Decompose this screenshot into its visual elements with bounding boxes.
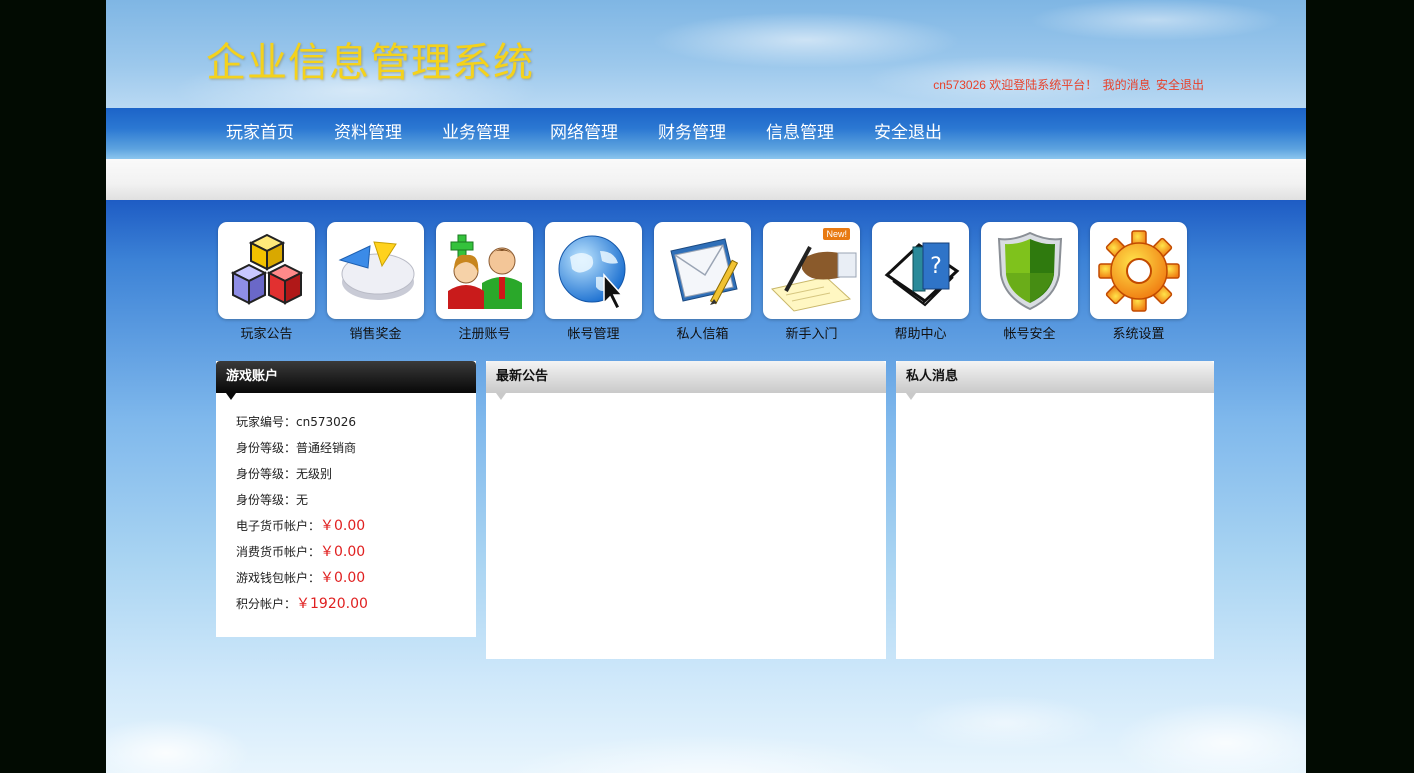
- header: 企业信息管理系统 cn573026 欢迎登陆系统平台！ 我的消息 安全退出: [106, 0, 1306, 108]
- user-bar: cn573026 欢迎登陆系统平台！ 我的消息 安全退出: [931, 76, 1204, 93]
- account-row-player-id: 玩家编号：cn573026: [236, 415, 357, 429]
- nav-item-network[interactable]: 网络管理: [550, 108, 618, 159]
- account-row-level: 身份等级：无级别: [236, 467, 333, 481]
- main-nav: 玩家首页 资料管理 业务管理 网络管理 财务管理 信息管理 安全退出: [106, 108, 1306, 159]
- account-row-level: 身份等级：普通经销商: [236, 441, 357, 455]
- shortcut-label: 玩家公告: [240, 327, 293, 342]
- add-user-icon: [447, 234, 522, 309]
- gear-icon: [1097, 229, 1180, 312]
- shortcut-label: 注册账号: [458, 327, 511, 342]
- writing-hand-icon: [770, 245, 856, 312]
- news-panel: 最新公告: [486, 361, 886, 659]
- account-info-list: 玩家编号：cn573026 身份等级：普通经销商 身份等级：无级别 身份等级：无…: [216, 393, 476, 621]
- pie-chart-icon: [338, 240, 414, 300]
- panel-title: 私人消息: [906, 369, 959, 384]
- logout-link[interactable]: 安全退出: [1156, 78, 1204, 92]
- my-messages-link[interactable]: 我的消息: [1103, 78, 1151, 92]
- messages-panel: 私人消息: [896, 361, 1214, 659]
- shortcut-label: 系统设置: [1112, 327, 1165, 342]
- envelope-icon: [669, 237, 738, 305]
- svg-text:?: ?: [930, 254, 942, 279]
- shortcut-sales-bonus[interactable]: 销售奖金: [327, 222, 424, 342]
- new-badge: New!: [823, 228, 850, 240]
- sub-bar: [106, 159, 1306, 200]
- shortcut-label: 私人信箱: [676, 327, 729, 342]
- welcome-text: cn573026 欢迎登陆系统平台！: [933, 78, 1098, 92]
- account-row-game-wallet: 游戏钱包帐户：￥0.00: [236, 570, 366, 586]
- shortcut-label: 帐号管理: [567, 327, 620, 342]
- news-panel-header: 最新公告: [486, 361, 886, 400]
- help-book-icon: ?: [884, 242, 959, 306]
- shortcut-private-mailbox[interactable]: 私人信箱: [654, 222, 751, 342]
- account-panel-header: 游戏账户: [216, 361, 476, 400]
- cubes-icon: [230, 233, 303, 305]
- nav-item-profile[interactable]: 资料管理: [334, 108, 402, 159]
- nav-item-home[interactable]: 玩家首页: [226, 108, 294, 159]
- nav-item-logout[interactable]: 安全退出: [874, 108, 942, 159]
- shortcut-register-account[interactable]: 注册账号: [436, 222, 533, 342]
- nav-item-business[interactable]: 业务管理: [442, 108, 510, 159]
- shortcut-label: 销售奖金: [349, 327, 402, 342]
- shortcut-account-security[interactable]: 帐号安全: [981, 222, 1078, 342]
- account-row-consumer-currency: 消费货币帐户：￥0.00: [236, 544, 366, 560]
- shield-icon: [997, 231, 1062, 310]
- account-row-level: 身份等级：无: [236, 493, 309, 507]
- messages-panel-header: 私人消息: [896, 361, 1214, 400]
- site-title: 企业信息管理系统: [206, 40, 534, 86]
- account-row-e-currency: 电子货币帐户：￥0.00: [236, 518, 366, 534]
- globe-cursor-icon: [558, 235, 625, 310]
- shortcut-help-center[interactable]: ? 帮助中心: [872, 222, 969, 342]
- shortcut-label: 帐号安全: [1003, 327, 1056, 342]
- shortcut-beginners-guide[interactable]: New! 新手入门: [763, 222, 860, 342]
- shortcut-label: 新手入门: [785, 327, 838, 342]
- nav-item-finance[interactable]: 财务管理: [658, 108, 726, 159]
- shortcut-account-manage[interactable]: 帐号管理: [545, 222, 642, 342]
- account-panel: 游戏账户 玩家编号：cn573026 身份等级：普通经销商 身份等级：无级别 身…: [216, 361, 476, 637]
- shortcut-system-settings[interactable]: 系统设置: [1090, 222, 1187, 342]
- panel-title: 最新公告: [496, 369, 549, 384]
- page: 企业信息管理系统 cn573026 欢迎登陆系统平台！ 我的消息 安全退出 玩家…: [106, 0, 1306, 773]
- panel-title: 游戏账户: [226, 369, 279, 384]
- account-row-points: 积分帐户：￥1920.00: [236, 596, 368, 612]
- shortcut-announcement[interactable]: 玩家公告: [218, 222, 315, 342]
- shortcut-label: 帮助中心: [894, 327, 947, 342]
- shortcut-grid: 玩家公告 销售奖金 注册账号 帐号管理 私人信箱 New! 新手入门 ? 帮助中…: [218, 222, 1199, 342]
- nav-item-info[interactable]: 信息管理: [766, 108, 834, 159]
